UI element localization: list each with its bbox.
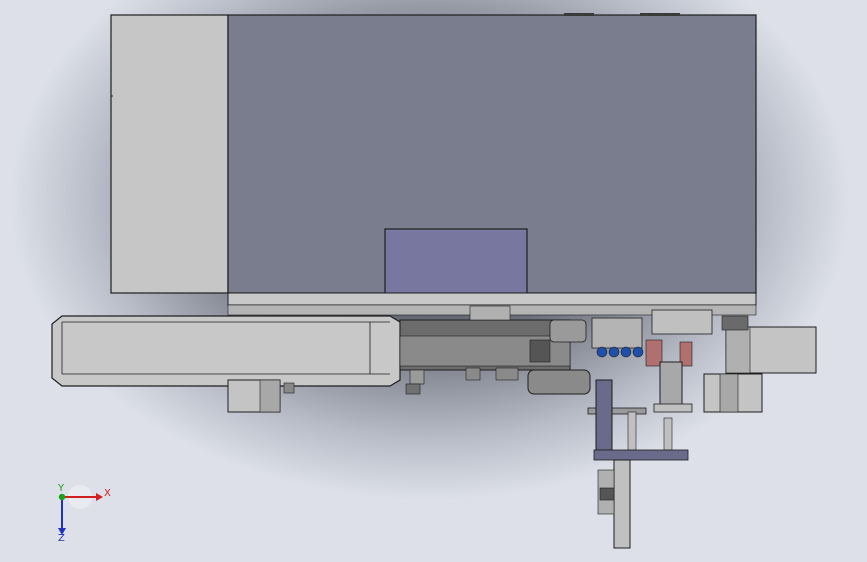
- housing-side-panel[interactable]: [110, 14, 229, 294]
- top-bracket: [640, 13, 680, 16]
- access-panel[interactable]: [384, 228, 528, 295]
- machine-assembly-model[interactable]: [0, 0, 867, 562]
- top-bracket: [564, 13, 594, 16]
- guide-rod[interactable]: [613, 459, 631, 549]
- axis-triad: X Y Z: [57, 483, 111, 542]
- cad-viewport[interactable]: X Y Z: [0, 0, 867, 562]
- x-axis-label: X: [104, 488, 111, 499]
- lift-actuator[interactable]: [595, 379, 613, 451]
- gear-housing[interactable]: [527, 369, 591, 395]
- pneumatic-cylinder-bank[interactable]: [591, 309, 749, 367]
- y-axis-label: Y: [57, 483, 65, 494]
- base-plate[interactable]: [227, 292, 757, 306]
- vertical-post[interactable]: [659, 361, 683, 407]
- y-axis-point: [58, 493, 66, 501]
- z-axis-label: Z: [58, 533, 65, 542]
- linear-rail[interactable]: [51, 315, 401, 387]
